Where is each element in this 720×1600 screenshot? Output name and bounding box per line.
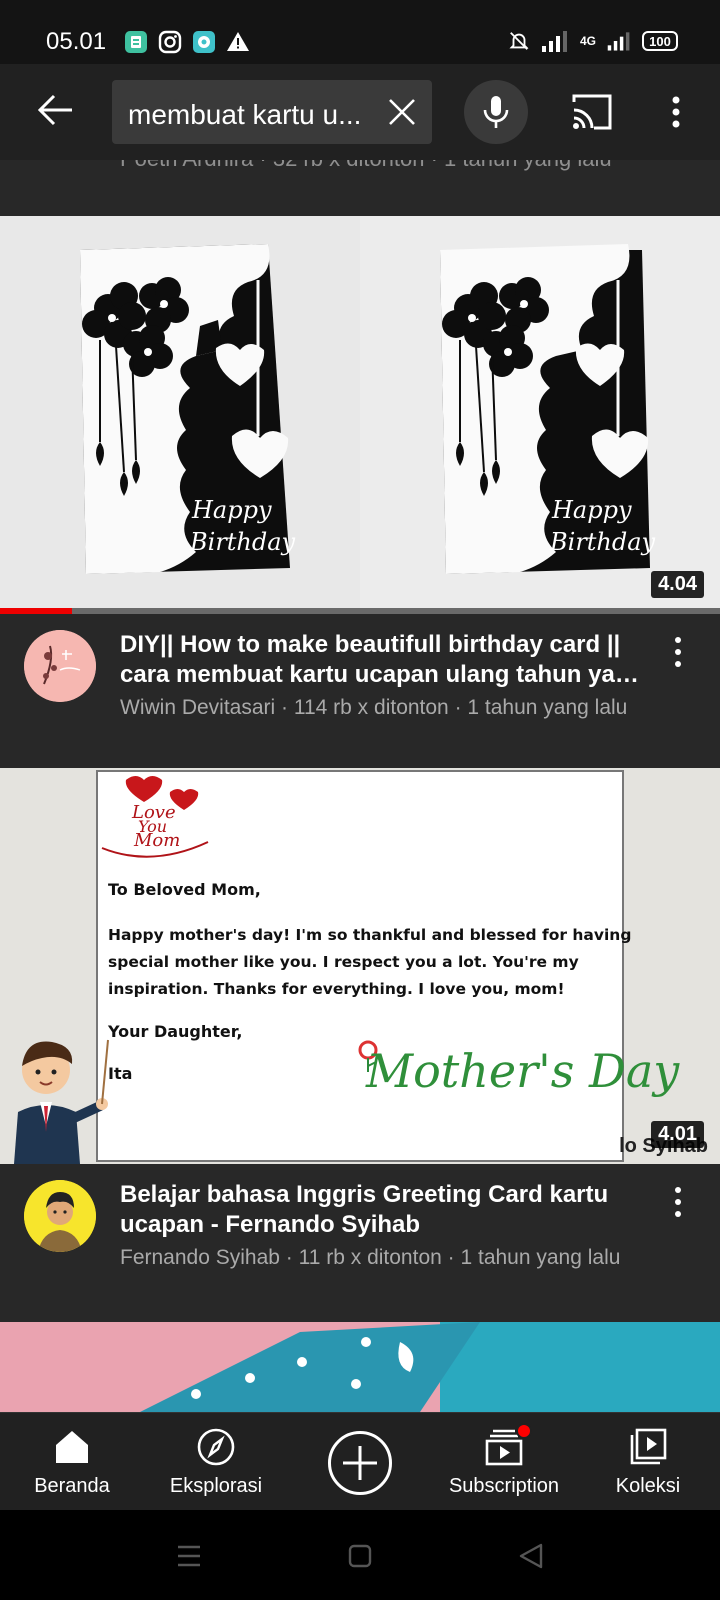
more-vert-icon[interactable] (660, 94, 692, 130)
create-button[interactable] (328, 1431, 392, 1495)
teal-card-image (0, 1322, 720, 1412)
nav-home-label: Beranda (34, 1475, 110, 1497)
battery-icon: 100 (642, 31, 678, 51)
chat-app-icon (193, 31, 215, 53)
video-info-2[interactable]: Belajar bahasa Inggris Greeting Card kar… (0, 1164, 720, 1314)
video-title[interactable]: DIY|| How to make beautifull birthday ca… (120, 630, 640, 690)
card-right (440, 244, 650, 574)
warning-icon (227, 32, 249, 51)
search-query-text[interactable]: membuat kartu u... (128, 99, 368, 131)
status-right-icons: 4G 100 (508, 30, 678, 52)
nav-explore[interactable]: Eksplorasi (144, 1413, 288, 1511)
signal-icon-2 (607, 32, 630, 51)
card1-happy-text: Happy (191, 496, 272, 524)
network-type: 4G (579, 34, 596, 48)
home-icon (56, 1431, 88, 1463)
signal-icon (541, 31, 567, 52)
birthday-card-image: Happy Birthday Happy Birthday (0, 216, 720, 608)
video-title-line-1[interactable]: Belajar bahasa Inggris Greeting Card kar… (120, 1180, 640, 1210)
card-body-line-3: inspiration. Thanks for everything. I lo… (108, 980, 565, 998)
greeting-card-document: Love You Mom To Beloved Mom, Happy mothe… (96, 770, 679, 1162)
avatar-illustration (24, 630, 96, 702)
card2-birthday-text: Birthday (549, 528, 656, 556)
search-header: membuat kartu u... (0, 64, 720, 160)
video-info-1[interactable]: DIY|| How to make beautifull birthday ca… (0, 614, 720, 764)
card-greeting: To Beloved Mom, (108, 880, 261, 899)
system-navigation-bar (0, 1510, 720, 1600)
card-body-line-2: special mother like you. I respect you a… (108, 953, 579, 971)
video-title-line-1[interactable]: DIY|| How to make beautifull birthday ca… (120, 630, 640, 660)
video-thumbnail-2[interactable]: Love You Mom To Beloved Mom, Happy mothe… (0, 768, 720, 1164)
app-notification-icon (125, 31, 147, 53)
nav-library[interactable]: Koleksi (576, 1413, 720, 1511)
nav-explore-label: Eksplorasi (169, 1475, 263, 1497)
card2-happy-text: Happy (551, 496, 632, 524)
home-square-icon[interactable] (348, 1544, 372, 1568)
close-icon[interactable] (386, 96, 418, 128)
avatar-illustration (24, 1180, 96, 1252)
card-body-line-1: Happy mother's day! I'm so thankful and … (108, 926, 632, 944)
create-plus-icon (343, 1446, 377, 1480)
mic-icon (483, 96, 509, 128)
video-meta: Fernando Syihab · 11 rb x ditonton · 1 t… (120, 1246, 621, 1269)
status-bar: 05.01 4G 100 (0, 0, 720, 64)
bottom-navigation: Beranda Eksplorasi Subscription Koleksi (0, 1412, 720, 1510)
duration-badge: 4.01 (651, 1121, 704, 1148)
card1-birthday-text: Birthday (189, 528, 296, 556)
more-vert-icon[interactable] (670, 634, 686, 670)
logo-mom-text: Mom (133, 830, 180, 851)
card-left (80, 244, 290, 574)
nav-subscriptions[interactable]: Subscription (432, 1413, 576, 1511)
video-title-line-2[interactable]: cara membuat kartu ucapan ulang tahun ya… (120, 660, 640, 690)
mute-bell-icon (509, 32, 529, 50)
instagram-icon (158, 30, 182, 54)
cast-icon[interactable] (570, 92, 614, 132)
library-icon (630, 1428, 667, 1465)
channel-avatar[interactable] (24, 1180, 96, 1252)
love-you-mom-logo: Love You Mom (101, 776, 209, 858)
video-title-line-2[interactable]: ucapan - Fernando Syihab (120, 1210, 640, 1240)
back-arrow-icon[interactable] (36, 90, 76, 130)
mothers-day-script: Mother's Day (366, 1044, 680, 1098)
teacher-character-illustration (14, 1039, 109, 1164)
duration-badge: 4.04 (651, 571, 704, 598)
voice-search-button[interactable] (464, 80, 528, 144)
recent-apps-icon[interactable] (176, 1544, 202, 1568)
video-title[interactable]: Belajar bahasa Inggris Greeting Card kar… (120, 1180, 640, 1240)
nav-library-label: Koleksi (615, 1475, 681, 1497)
back-triangle-icon[interactable] (518, 1542, 544, 1570)
nav-home[interactable]: Beranda (0, 1413, 144, 1511)
compass-icon (197, 1428, 235, 1466)
card-signoff: Your Daughter, (108, 1022, 243, 1041)
nav-subscriptions-label: Subscription (448, 1475, 560, 1497)
channel-avatar[interactable] (24, 630, 96, 702)
card-body: Happy mother's day! I'm so thankful and … (108, 922, 631, 1003)
video-thumbnail-3[interactable] (0, 1322, 720, 1412)
search-input[interactable]: membuat kartu u... (112, 80, 432, 144)
video-thumbnail-1[interactable]: Happy Birthday Happy Birthday 4.04 (0, 216, 720, 608)
notification-dot (516, 1423, 532, 1439)
status-time: 05.01 (46, 28, 107, 55)
card-signature: Ita (108, 1064, 133, 1083)
more-vert-icon[interactable] (670, 1184, 686, 1220)
video-meta: Wiwin Devitasari · 114 rb x ditonton · 1… (120, 696, 628, 719)
